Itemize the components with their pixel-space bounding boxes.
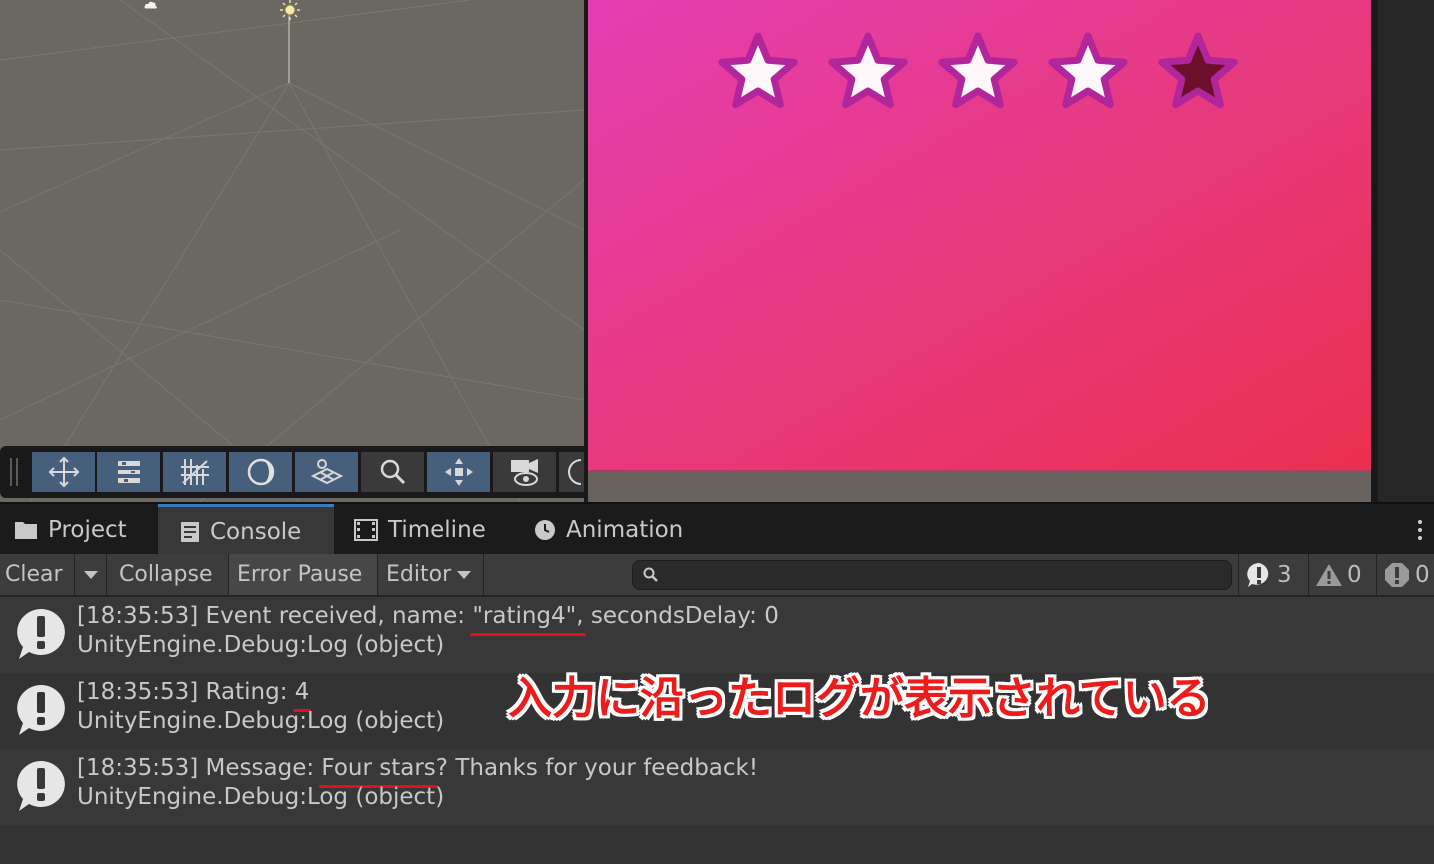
transform-tool-icon	[117, 461, 140, 483]
editor-dropdown-label: Editor	[386, 562, 452, 587]
tab-timeline-label: Timeline	[388, 517, 486, 543]
pivot-button[interactable]	[427, 452, 490, 492]
pivot-icon	[444, 458, 473, 486]
log-message: [18:35:53] Event received, name: "rating…	[77, 603, 779, 629]
editor-dropdown[interactable]: Editor	[378, 554, 484, 595]
info-log-icon	[17, 761, 65, 811]
folder-icon	[15, 522, 37, 539]
console-icon	[181, 521, 199, 542]
info-log-icon	[17, 685, 65, 735]
annotation-caption: 入力に沿ったログが表示されている	[508, 673, 1211, 724]
panel-menu-kebab-icon[interactable]	[1418, 520, 1422, 540]
error-pause-toggle[interactable]: Error Pause	[229, 554, 378, 595]
search-field[interactable]	[663, 563, 1223, 587]
star-filled-icon[interactable]	[1041, 26, 1136, 116]
collapse-toggle[interactable]: Collapse	[107, 554, 229, 595]
game-view-bottom-bar	[588, 470, 1371, 502]
panel-tab-bar: Project Console Timeline Animation	[0, 502, 1434, 556]
star-rating	[711, 26, 1246, 116]
error-count: 0	[1415, 561, 1430, 588]
warning-count-toggle[interactable]: 0	[1308, 554, 1373, 595]
scene-view[interactable]	[0, 0, 584, 502]
tab-timeline[interactable]: Timeline	[354, 504, 486, 556]
search-icon	[380, 459, 405, 485]
tab-project-label: Project	[48, 517, 127, 543]
log-stacktrace: UnityEngine.Debug:Log (object)	[77, 708, 445, 734]
console-log-list[interactable]: [18:35:53] Event received, name: "rating…	[0, 597, 1434, 864]
warning-icon	[1316, 563, 1342, 586]
chevron-down-icon	[457, 570, 472, 579]
log-entry[interactable]: [18:35:53] Message: Four stars? Thanks f…	[0, 749, 1434, 825]
log-message-text: ? Thanks for your feedback!	[435, 755, 759, 781]
timeline-icon	[354, 519, 378, 541]
log-message-text: [18:35:53] Event received, name:	[77, 603, 473, 629]
info-count-toggle[interactable]: 3	[1238, 554, 1303, 595]
info-log-icon	[17, 609, 65, 659]
log-highlight: 4	[294, 679, 310, 705]
view-toggle-button[interactable]	[229, 452, 292, 492]
tab-project[interactable]: Project	[14, 504, 137, 556]
log-message-text: secondsDelay: 0	[583, 603, 779, 629]
cloud-icon	[144, 1, 157, 9]
toolbar-grip-handle[interactable]	[10, 458, 18, 486]
console-search-input[interactable]	[632, 560, 1232, 590]
layers-button[interactable]	[295, 452, 358, 492]
view-toggle-icon	[247, 458, 274, 486]
directional-light-icon	[280, 0, 300, 20]
star-filled-icon[interactable]	[711, 26, 806, 116]
console-toolbar: Clear Collapse Error Pause Editor 3 0 0	[0, 554, 1434, 596]
camera-view-button[interactable]	[493, 452, 556, 492]
camera-view-icon	[510, 459, 538, 486]
warning-count: 0	[1347, 561, 1362, 588]
move-tool-icon	[48, 456, 79, 488]
log-highlight: Four stars	[321, 755, 436, 781]
log-stacktrace: UnityEngine.Debug:Log (object)	[77, 632, 445, 658]
transform-tool-button[interactable]	[97, 452, 160, 492]
log-message: [18:35:53] Message: Four stars? Thanks f…	[77, 755, 758, 781]
scene-overlay-toolbar	[0, 446, 584, 498]
tab-animation[interactable]: Animation	[534, 504, 683, 556]
star-filled-icon[interactable]	[821, 26, 916, 116]
inspector-edge	[1376, 0, 1434, 502]
grid-snap-button[interactable]	[163, 452, 226, 492]
star-empty-icon[interactable]	[1151, 26, 1246, 116]
collapse-toggle-label: Collapse	[119, 562, 213, 587]
tab-console-label: Console	[210, 518, 302, 545]
layers-icon	[310, 459, 343, 485]
search-tool-button[interactable]	[361, 452, 424, 492]
log-highlight: "rating4",	[472, 603, 584, 629]
more-tools-button[interactable]	[559, 452, 584, 492]
error-icon	[1385, 562, 1409, 587]
log-message-text: [18:35:53] Message:	[77, 755, 322, 781]
clear-options-dropdown[interactable]	[75, 554, 107, 595]
grid-snap-icon	[180, 459, 209, 485]
error-count-toggle[interactable]: 0	[1376, 554, 1434, 595]
log-list-empty-area	[0, 825, 1434, 864]
log-message-text: [18:35:53] Rating:	[77, 679, 295, 705]
error-pause-label: Error Pause	[237, 562, 363, 587]
info-icon	[1247, 562, 1269, 587]
search-icon	[643, 567, 658, 582]
info-count: 3	[1277, 561, 1292, 588]
tab-console[interactable]: Console	[158, 504, 334, 556]
tab-animation-label: Animation	[566, 517, 684, 543]
clear-button[interactable]: Clear	[0, 554, 75, 595]
scene-grid	[0, 0, 584, 502]
more-icon	[568, 459, 581, 485]
move-tool-button[interactable]	[32, 452, 95, 492]
log-stacktrace: UnityEngine.Debug:Log (object)	[77, 784, 445, 810]
star-filled-icon[interactable]	[931, 26, 1026, 116]
clear-button-label: Clear	[5, 562, 63, 587]
chevron-down-icon	[83, 570, 98, 579]
log-message: [18:35:53] Rating: 4	[77, 679, 309, 705]
clock-icon	[535, 520, 555, 540]
